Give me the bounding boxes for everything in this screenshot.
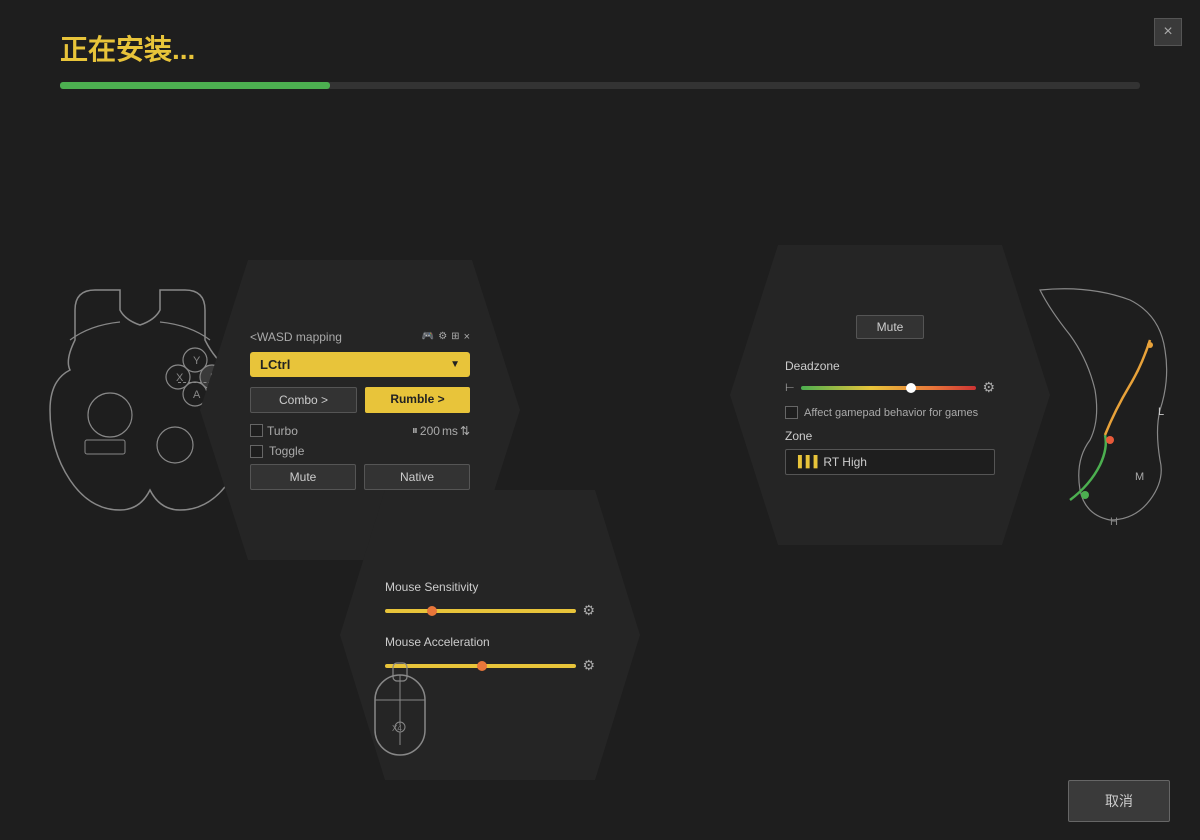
- wasd-header: <WASD mapping 🎮 ⚙ ⊞ ×: [250, 330, 470, 344]
- rumble-button[interactable]: Rumble >: [365, 387, 470, 413]
- zone-dropdown[interactable]: ▐▐▐ RT High: [785, 449, 995, 475]
- dropdown-value: LCtrl: [260, 357, 290, 372]
- affect-checkbox-row: Affect gamepad behavior for games: [785, 406, 995, 419]
- toggle-checkbox[interactable]: [250, 445, 263, 458]
- sensitivity-settings-icon[interactable]: ⚙: [582, 602, 595, 619]
- sensitivity-thumb[interactable]: [427, 606, 437, 616]
- svg-text:A: A: [193, 389, 201, 401]
- turbo-label: Turbo: [267, 424, 298, 438]
- sensitivity-slider-row: ⚙: [385, 602, 595, 619]
- mute-native-row: Mute Native: [250, 464, 470, 490]
- acceleration-settings-icon[interactable]: ⚙: [582, 657, 595, 674]
- toggle-label: Toggle: [269, 444, 304, 458]
- progress-bar-fill: [60, 82, 330, 89]
- deadzone-label: Deadzone: [785, 359, 995, 373]
- mute-button[interactable]: Mute: [250, 464, 356, 490]
- acceleration-thumb[interactable]: [477, 661, 487, 671]
- wasd-title-text: <WASD mapping: [250, 330, 342, 344]
- dropdown-arrow-icon: ▼: [450, 359, 460, 370]
- close-button[interactable]: ×: [1154, 18, 1182, 46]
- sensitivity-slider[interactable]: [385, 609, 576, 613]
- settings-icon: ⚙: [438, 331, 447, 343]
- sensitivity-label: Mouse Sensitivity: [385, 580, 595, 594]
- svg-text:X4: X4: [392, 724, 402, 733]
- turbo-value-text: 200: [420, 424, 440, 438]
- layers-icon: ⊞: [451, 331, 459, 343]
- deadzone-settings-icon[interactable]: ⚙: [982, 379, 995, 396]
- turbo-row: Turbo ⏸ 200 ms ⇅: [250, 423, 470, 438]
- affect-checkbox[interactable]: [785, 406, 798, 419]
- mouse-illustration: X4: [340, 650, 460, 780]
- deadzone-thumb[interactable]: [906, 383, 916, 393]
- playstation-icon: 🎮: [422, 331, 434, 343]
- wasd-close-button[interactable]: ×: [464, 331, 470, 343]
- acceleration-label: Mouse Acceleration: [385, 635, 595, 649]
- wasd-icons: 🎮 ⚙ ⊞ ×: [422, 331, 470, 343]
- combo-rumble-row: Combo > Rumble >: [250, 387, 470, 413]
- svg-text:H: H: [1110, 516, 1118, 528]
- progress-bar-background: [60, 82, 1140, 89]
- toggle-row: Toggle: [250, 444, 470, 458]
- native-button[interactable]: Native: [364, 464, 470, 490]
- lctrl-dropdown[interactable]: LCtrl ▼: [250, 352, 470, 377]
- header: 正在安装...: [60, 28, 1140, 89]
- zone-bars-icon: ▐▐▐: [794, 456, 817, 468]
- affect-label: Affect gamepad behavior for games: [804, 407, 978, 419]
- deadzone-slider-row: ⊢ ⚙: [785, 379, 995, 396]
- svg-text:Y: Y: [193, 355, 201, 367]
- cancel-button[interactable]: 取消: [1068, 780, 1170, 822]
- svg-text:M: M: [1135, 471, 1144, 483]
- zone-label: Zone: [785, 429, 995, 443]
- deadzone-panel: Mute Deadzone ⊢ ⚙ Affect gamepad behavio…: [730, 245, 1050, 545]
- deadzone-slider[interactable]: [801, 386, 977, 390]
- page-title: 正在安装...: [60, 28, 1140, 68]
- turbo-stepper[interactable]: ⇅: [460, 424, 470, 438]
- trigger-curve-illustration: H M L: [1010, 280, 1180, 560]
- combo-button[interactable]: Combo >: [250, 387, 357, 413]
- deadzone-mute-button[interactable]: Mute: [856, 315, 925, 339]
- turbo-unit-text: ms: [442, 424, 458, 438]
- turbo-checkbox[interactable]: [250, 424, 263, 437]
- turbo-bars-icon: ⏸: [412, 423, 418, 438]
- zone-value: RT High: [823, 455, 867, 469]
- svg-text:L: L: [1158, 406, 1164, 418]
